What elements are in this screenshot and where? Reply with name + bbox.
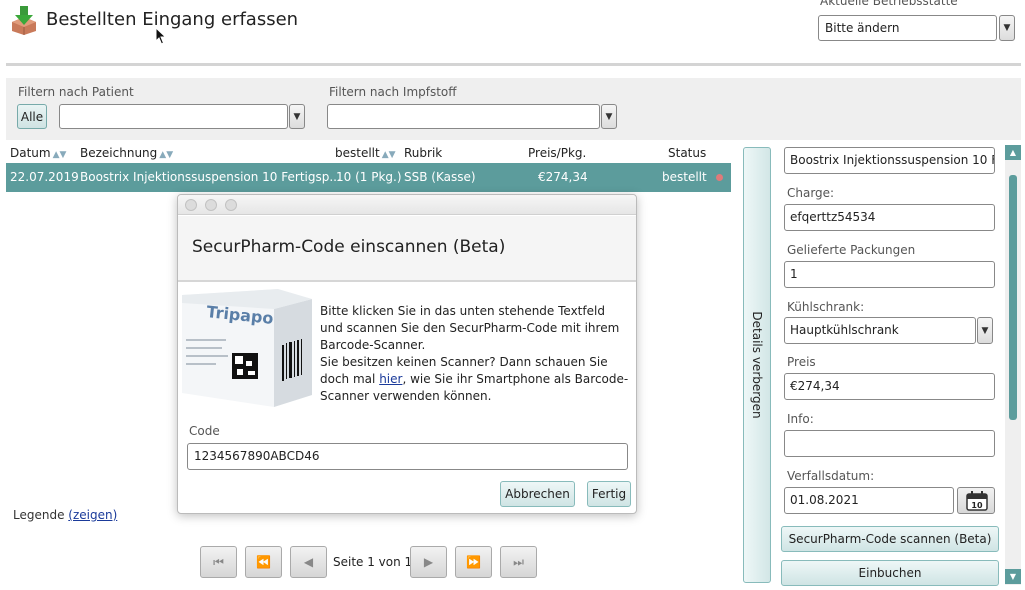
column-header-rubrik[interactable]: Rubrik bbox=[404, 146, 442, 160]
column-header-bestellt[interactable]: bestellt ▲▼ bbox=[335, 146, 396, 160]
betrieb-dropdown-button[interactable]: ▼ bbox=[999, 15, 1015, 41]
page-indicator: Seite 1 von 1 bbox=[333, 555, 413, 569]
dialog-titlebar bbox=[178, 195, 636, 215]
svg-text:10: 10 bbox=[971, 501, 983, 510]
cell-preis: €274,34 bbox=[538, 170, 588, 184]
status-indicator-icon bbox=[716, 174, 723, 181]
cell-datum: 22.07.2019 bbox=[10, 170, 79, 184]
next-fast-button[interactable]: ⏩ bbox=[455, 546, 492, 578]
last-page-button[interactable]: ⏭ bbox=[500, 546, 537, 578]
verfall-label: Verfallsdatum: bbox=[787, 469, 875, 483]
window-minimize-button[interactable] bbox=[205, 199, 217, 211]
rewind-icon: ⏪ bbox=[256, 555, 271, 569]
mouse-cursor-icon bbox=[155, 27, 167, 45]
arrow-up-icon: ▲ bbox=[1009, 148, 1017, 157]
securpharm-dialog: SecurPharm-Code einscannen (Beta) Tripap… bbox=[177, 194, 637, 514]
prev-fast-button[interactable]: ⏪ bbox=[245, 546, 282, 578]
alle-button[interactable]: Alle bbox=[17, 104, 47, 129]
legend-show-link[interactable]: (zeigen) bbox=[68, 508, 117, 522]
column-header-status[interactable]: Status bbox=[668, 146, 706, 160]
prev-icon: ◀ bbox=[303, 555, 314, 569]
first-page-icon: ⏮ bbox=[213, 554, 224, 569]
patient-filter-label: Filtern nach Patient bbox=[18, 85, 134, 99]
scroll-down-button[interactable]: ▼ bbox=[1005, 569, 1021, 584]
impfstoff-dropdown-button[interactable]: ▼ bbox=[601, 104, 617, 129]
packungen-field[interactable]: 1 bbox=[784, 261, 995, 288]
column-header-preis[interactable]: Preis/Pkg. bbox=[528, 146, 586, 160]
chevron-down-icon: ▼ bbox=[605, 111, 613, 122]
impfstoff-filter-label: Filtern nach Impfstoff bbox=[329, 85, 457, 99]
packungen-label: Gelieferte Packungen bbox=[787, 243, 916, 257]
scrollbar-thumb[interactable] bbox=[1009, 175, 1017, 420]
product-name-field[interactable]: Boostrix Injektionssuspension 10 Fer bbox=[784, 147, 995, 174]
chevron-down-icon: ▼ bbox=[293, 111, 301, 122]
next-page-button[interactable]: ▶ bbox=[410, 546, 447, 578]
header-divider bbox=[6, 63, 1021, 66]
scroll-up-button[interactable]: ▲ bbox=[1005, 145, 1021, 160]
charge-label: Charge: bbox=[787, 186, 835, 200]
patient-filter-input[interactable] bbox=[59, 104, 288, 129]
preis-label: Preis bbox=[787, 355, 816, 369]
dialog-title: SecurPharm-Code einscannen (Beta) bbox=[192, 237, 506, 257]
charge-field[interactable]: efqerttz54534 bbox=[784, 204, 995, 231]
last-page-icon: ⏭ bbox=[513, 554, 524, 569]
securpharm-scan-button[interactable]: SecurPharm-Code scannen (Beta) bbox=[781, 526, 999, 552]
code-label: Code bbox=[189, 424, 220, 438]
betrieb-label: Aktuelle Betriebsstätte bbox=[820, 0, 958, 8]
verfall-field[interactable]: 01.08.2021 bbox=[784, 487, 954, 514]
info-label: Info: bbox=[787, 412, 814, 426]
betrieb-select[interactable]: Bitte ändern bbox=[818, 15, 997, 41]
sort-icon: ▲▼ bbox=[52, 150, 67, 160]
cell-bestellt: 10 (1 Pkg.) bbox=[336, 170, 402, 184]
window-maximize-button[interactable] bbox=[225, 199, 237, 211]
medication-box-image: Tripapo bbox=[182, 289, 312, 407]
einbuchen-button[interactable]: Einbuchen bbox=[781, 560, 999, 586]
app-logo-icon bbox=[12, 6, 36, 35]
impfstoff-filter-input[interactable] bbox=[327, 104, 600, 129]
fast-forward-icon: ⏩ bbox=[466, 555, 481, 569]
cancel-button[interactable]: Abbrechen bbox=[500, 481, 575, 507]
column-header-bezeichnung[interactable]: Bezeichnung ▲▼ bbox=[80, 146, 173, 160]
next-icon: ▶ bbox=[423, 555, 434, 569]
chevron-down-icon: ▼ bbox=[981, 325, 989, 336]
first-page-button[interactable]: ⏮ bbox=[200, 546, 237, 578]
table-row[interactable]: 22.07.2019 Boostrix Injektionssuspension… bbox=[6, 163, 731, 192]
sort-icon: ▲▼ bbox=[381, 150, 396, 160]
chevron-down-icon: ▼ bbox=[1003, 23, 1011, 33]
preis-field[interactable]: €274,34 bbox=[784, 373, 995, 400]
sort-icon: ▲▼ bbox=[159, 150, 174, 160]
arrow-down-icon: ▼ bbox=[1009, 572, 1017, 581]
code-input[interactable]: 1234567890ABCD46 bbox=[187, 443, 628, 470]
dialog-instructions: Bitte klicken Sie in das unten stehende … bbox=[320, 304, 629, 403]
page-title: Bestellten Eingang erfassen bbox=[46, 9, 299, 30]
column-header-datum[interactable]: Datum ▲▼ bbox=[10, 146, 66, 160]
cell-status: bestellt bbox=[662, 170, 707, 184]
kuehlschrank-label: Kühlschrank: bbox=[787, 300, 865, 314]
help-link[interactable]: hier bbox=[379, 372, 402, 386]
patient-dropdown-button[interactable]: ▼ bbox=[289, 104, 305, 129]
cell-rubrik: SSB (Kasse) bbox=[404, 170, 476, 184]
done-button[interactable]: Fertig bbox=[587, 481, 631, 507]
cell-bezeichnung: Boostrix Injektionssuspension 10 Fertigs… bbox=[80, 170, 341, 184]
calendar-button[interactable]: 10 bbox=[957, 487, 995, 514]
prev-page-button[interactable]: ◀ bbox=[290, 546, 327, 578]
legend: Legende (zeigen) bbox=[13, 508, 118, 522]
kuehlschrank-select[interactable]: Hauptkühlschrank bbox=[784, 317, 976, 344]
calendar-icon: 10 bbox=[966, 491, 988, 511]
window-close-button[interactable] bbox=[185, 199, 197, 211]
info-field[interactable] bbox=[784, 430, 995, 457]
kuehlschrank-dropdown-button[interactable]: ▼ bbox=[977, 317, 993, 344]
details-toggle-button[interactable]: Details verbergen bbox=[743, 147, 771, 583]
